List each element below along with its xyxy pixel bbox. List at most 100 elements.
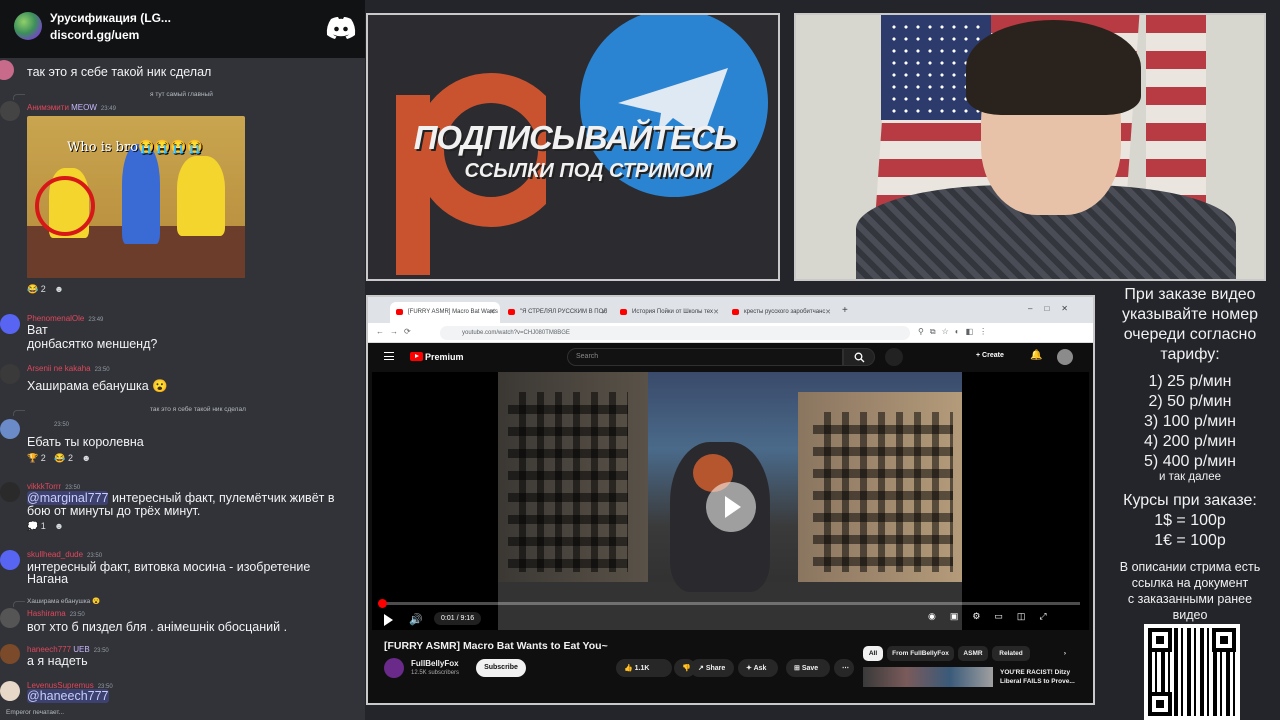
avatar bbox=[0, 60, 14, 80]
browser-tab[interactable]: История Пойки от Школы тех ✕ bbox=[614, 302, 724, 323]
create-button[interactable]: + Create bbox=[976, 352, 1004, 359]
chip-from-channel[interactable]: From FullBellyFox bbox=[887, 646, 954, 661]
info-text: ссылка на документ bbox=[1131, 576, 1249, 590]
recommended-title[interactable]: YOU'RE RACIST! Ditzy Liberal FAILS to Pr… bbox=[1000, 668, 1086, 686]
account-avatar[interactable] bbox=[1057, 349, 1073, 365]
info-text: тарифу: bbox=[1160, 346, 1220, 363]
webcam-feed bbox=[794, 13, 1266, 281]
bell-icon[interactable]: 🔔 bbox=[1030, 350, 1042, 361]
recommended-thumbnail[interactable] bbox=[863, 667, 993, 687]
info-text: видео bbox=[1172, 608, 1208, 622]
mic-icon[interactable] bbox=[885, 348, 903, 366]
server-name: Урусификация (LG... bbox=[50, 11, 171, 25]
browser-tab[interactable]: "Я СТРЕЛЯЛ РУССКИМ В ПОЛ ✕ bbox=[502, 302, 612, 323]
meme-character bbox=[177, 156, 225, 236]
message-text: @haneech777 bbox=[27, 689, 109, 703]
username[interactable]: Hashirama 23:50 bbox=[27, 609, 85, 618]
browser-tab[interactable]: кресты русского заробитчанс ✕ bbox=[726, 302, 836, 323]
youtube-favicon-icon bbox=[620, 309, 627, 315]
avatar bbox=[0, 482, 20, 502]
promo-title: ПОДПИСЫВАЙТЕСЬ bbox=[413, 119, 738, 156]
like-button[interactable]: 👍 1.1K bbox=[616, 659, 672, 677]
meme-image[interactable]: Who is bro😭😭😭😭 bbox=[27, 116, 245, 278]
close-tab-icon[interactable]: ✕ bbox=[825, 308, 831, 316]
menu-icon[interactable] bbox=[384, 352, 394, 360]
username[interactable]: haneech777 UEB 23:50 bbox=[27, 645, 109, 654]
username[interactable]: PhenomenalOle 23:49 bbox=[27, 314, 103, 323]
reactions[interactable]: 💭 1 ☻ bbox=[27, 521, 70, 535]
qr-code[interactable] bbox=[1144, 624, 1240, 720]
username[interactable]: skullhead_dude 23:50 bbox=[27, 550, 102, 559]
order-info-panel: При заказе видео указывайте номер очеред… bbox=[1100, 283, 1280, 720]
reactions[interactable]: 😂 2 ☻ bbox=[27, 284, 70, 298]
share-button[interactable]: ↗ Share bbox=[690, 659, 734, 677]
extensions-icon[interactable]: ⚲⧉☆◐◧⋮ bbox=[918, 327, 993, 337]
close-tab-icon[interactable]: ✕ bbox=[601, 308, 607, 316]
reaction[interactable]: ☻ bbox=[54, 521, 63, 531]
progress-scrubber[interactable] bbox=[378, 599, 387, 608]
address-bar: ←→⟳ youtube.com/watch?v=CHJ080TM8BGE ⚲⧉☆… bbox=[368, 323, 1093, 343]
streamer-hair bbox=[966, 20, 1141, 115]
info-text: и так далее bbox=[1159, 471, 1221, 483]
youtube-logo-icon[interactable] bbox=[410, 352, 423, 361]
price-item: 3) 100 р/мин bbox=[1144, 413, 1236, 430]
reply-preview[interactable]: я тут самый главный bbox=[150, 91, 213, 98]
save-button[interactable]: ⊞ Save bbox=[786, 659, 830, 677]
search-input[interactable]: Search bbox=[567, 348, 843, 366]
rate-item: 1€ = 100р bbox=[1154, 532, 1226, 549]
player-controls-right[interactable]: ◉▣⚙▭◫⤢ bbox=[928, 611, 1061, 622]
reaction[interactable]: 💭 1 bbox=[27, 521, 46, 532]
channel-avatar[interactable] bbox=[384, 658, 404, 678]
close-tab-icon[interactable]: ✕ bbox=[489, 308, 495, 316]
close-tab-icon[interactable]: ✕ bbox=[713, 308, 719, 316]
chip-asmr[interactable]: ASMR bbox=[958, 646, 988, 661]
reactions[interactable]: 🏆 2 😂 2 ☻ bbox=[27, 453, 97, 467]
subscribe-button[interactable]: Subscribe bbox=[476, 659, 526, 677]
avatar bbox=[0, 101, 20, 121]
meme-caption: Who is bro😭😭😭😭 bbox=[67, 140, 203, 155]
username[interactable]: Анимэмити MEOW 23:49 bbox=[27, 103, 116, 112]
play-icon[interactable] bbox=[384, 614, 393, 626]
ask-button[interactable]: ✦ Ask bbox=[738, 659, 778, 677]
youtube-brand[interactable]: Premium bbox=[425, 352, 464, 362]
chip-all[interactable]: All bbox=[863, 646, 883, 661]
channel-name[interactable]: FullBellyFox bbox=[411, 659, 459, 668]
url-field[interactable]: youtube.com/watch?v=CHJ080TM8BGE bbox=[440, 326, 910, 340]
reply-preview[interactable]: так это я себе такой ник сделал bbox=[150, 406, 246, 413]
username[interactable]: vikkkTorrr 23:50 bbox=[27, 482, 80, 491]
play-overlay-button[interactable] bbox=[706, 482, 756, 532]
more-actions-icon[interactable]: ⋯ bbox=[834, 659, 854, 677]
discord-chat-panel: Урусификация (LG... discord.gg/uem так э… bbox=[0, 0, 365, 720]
message-text: Ебать ты королевна bbox=[27, 435, 144, 449]
reply-preview[interactable]: Хаширама ебанушка 😮 bbox=[27, 597, 100, 605]
search-button[interactable] bbox=[843, 348, 875, 366]
avatar bbox=[0, 644, 20, 664]
reaction[interactable]: 😂 2 bbox=[54, 453, 73, 464]
new-tab-icon[interactable]: + bbox=[842, 305, 848, 316]
rate-item: 1$ = 100р bbox=[1154, 512, 1226, 529]
video-player[interactable]: 🔊 0:01 / 9:16 ◉▣⚙▭◫⤢ bbox=[372, 372, 1089, 630]
info-text: В описании стрима есть bbox=[1119, 560, 1261, 574]
message-text: вот хто б пиздел бля . анімешнік обосцан… bbox=[27, 620, 288, 634]
reaction[interactable]: ☻ bbox=[81, 453, 90, 463]
avatar bbox=[0, 681, 20, 701]
reaction[interactable]: ☻ bbox=[54, 284, 63, 294]
chip-related[interactable]: Related bbox=[992, 646, 1030, 661]
user-mention[interactable]: @marginal777 bbox=[27, 491, 109, 505]
reaction[interactable]: 😂 2 bbox=[27, 284, 46, 295]
promo-subtitle: ССЫЛКИ ПОД СТРИМОМ bbox=[464, 160, 712, 182]
video-title: [FURRY ASMR] Macro Bat Wants to Eat You~ bbox=[384, 640, 608, 652]
browser-tab[interactable]: [FURRY ASMR] Macro Bat Wants ✕ bbox=[390, 302, 500, 323]
username[interactable]: Arsenii ne kakaha 23:50 bbox=[27, 364, 110, 373]
youtube-favicon-icon bbox=[508, 309, 515, 315]
user-mention[interactable]: @haneech777 bbox=[27, 689, 109, 703]
nav-arrows-icon[interactable]: ←→⟳ bbox=[376, 327, 417, 336]
window-controls[interactable]: –□✕ bbox=[1028, 304, 1080, 313]
reaction[interactable]: 🏆 2 bbox=[27, 453, 46, 464]
progress-bar[interactable] bbox=[378, 599, 1080, 608]
volume-icon[interactable]: 🔊 bbox=[409, 613, 423, 626]
server-icon[interactable] bbox=[14, 12, 42, 40]
chevron-right-icon[interactable]: › bbox=[1058, 646, 1072, 661]
message-text: бою от минуты до трёх минут. bbox=[27, 504, 201, 518]
server-invite-link[interactable]: discord.gg/uem bbox=[50, 28, 139, 42]
